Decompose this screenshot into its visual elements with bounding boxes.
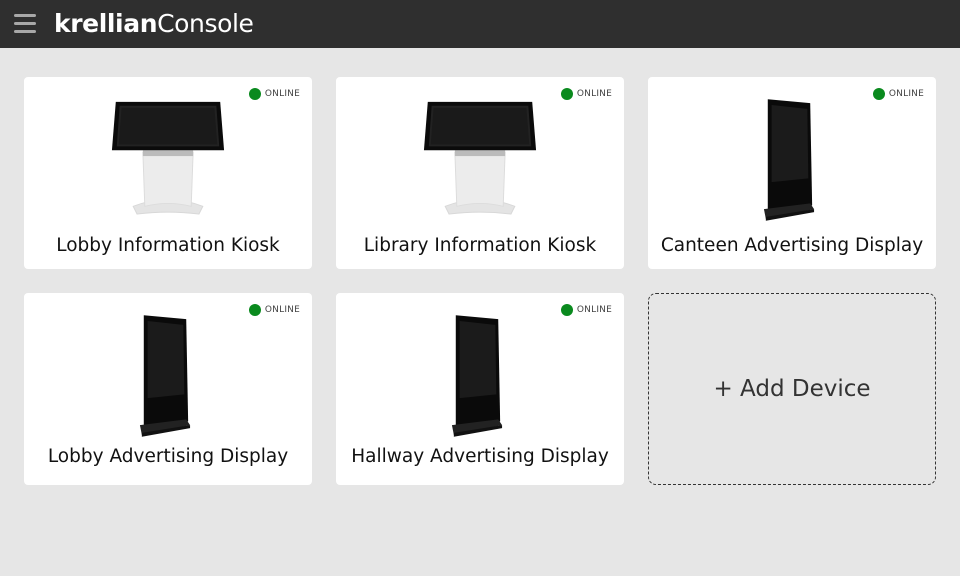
totem-display-icon xyxy=(138,311,192,441)
device-name: Library Information Kiosk xyxy=(363,235,597,256)
status-badge: ONLINE xyxy=(248,304,300,316)
online-status-icon xyxy=(560,304,573,316)
status-badge: ONLINE xyxy=(560,88,612,100)
totem-display-icon xyxy=(450,311,504,441)
status-label: ONLINE xyxy=(264,305,300,315)
kiosk-icon xyxy=(110,97,226,219)
status-badge: ONLINE xyxy=(560,304,612,316)
add-device-label: + Add Device xyxy=(713,376,871,402)
top-bar: krellianConsole xyxy=(0,0,960,48)
online-status-icon xyxy=(248,304,261,316)
status-label: ONLINE xyxy=(576,305,612,315)
add-device-button[interactable]: + Add Device xyxy=(648,293,936,485)
device-card[interactable]: ONLINE Lobby Advertising Display xyxy=(24,293,312,485)
device-card[interactable]: ONLINE Canteen Advertising Display xyxy=(648,77,936,269)
online-status-icon xyxy=(248,88,261,100)
device-name: Hallway Advertising Display xyxy=(351,446,609,467)
hamburger-menu-icon[interactable] xyxy=(14,14,36,34)
device-card[interactable]: ONLINE Lobby Information Kiosk xyxy=(24,77,312,269)
online-status-icon xyxy=(872,88,885,100)
device-name: Canteen Advertising Display xyxy=(660,235,924,256)
app-logo: krellianConsole xyxy=(54,9,254,39)
device-card[interactable]: ONLINE Library Information Kiosk xyxy=(336,77,624,269)
brand-product: Console xyxy=(157,9,254,38)
device-name: Lobby Advertising Display xyxy=(47,446,289,467)
device-name: Lobby Information Kiosk xyxy=(56,235,280,256)
device-card[interactable]: ONLINE Hallway Advertising Display xyxy=(336,293,624,485)
status-badge: ONLINE xyxy=(248,88,300,100)
status-label: ONLINE xyxy=(888,89,924,99)
brand-name: krellian xyxy=(54,9,158,38)
online-status-icon xyxy=(560,88,573,100)
status-label: ONLINE xyxy=(576,89,612,99)
status-badge: ONLINE xyxy=(872,88,924,100)
kiosk-icon xyxy=(422,97,538,219)
totem-display-icon xyxy=(762,95,816,225)
status-label: ONLINE xyxy=(264,89,300,99)
